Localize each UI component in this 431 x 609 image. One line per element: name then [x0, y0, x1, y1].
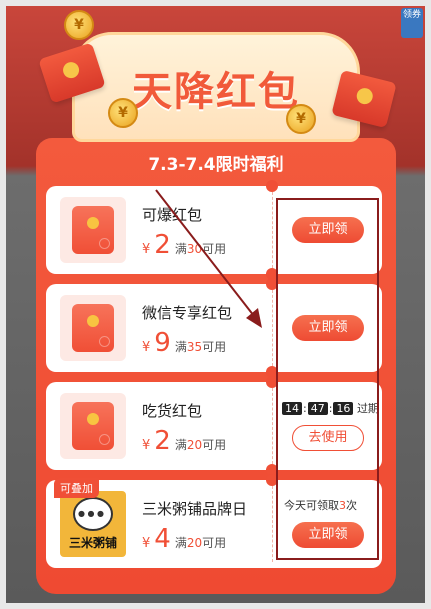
annotation-arrow: [155, 189, 262, 328]
